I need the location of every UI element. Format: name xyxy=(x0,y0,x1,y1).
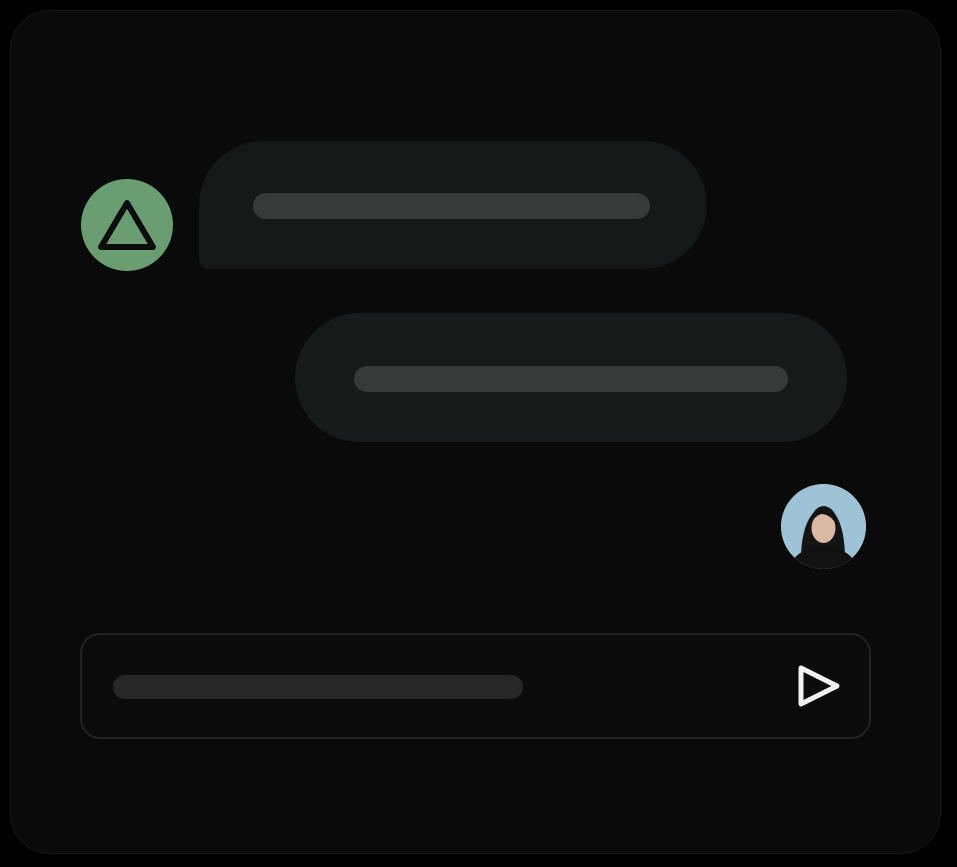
send-button[interactable] xyxy=(787,656,847,716)
message-composer[interactable] xyxy=(80,633,871,739)
assistant-message-bubble xyxy=(199,141,707,269)
user-message-bubble xyxy=(295,313,847,442)
triangle-logo-icon xyxy=(98,200,156,250)
user-avatar xyxy=(781,484,866,569)
assistant-message-text-placeholder xyxy=(253,193,650,219)
user-message-text-placeholder xyxy=(354,366,788,392)
message-input-placeholder[interactable] xyxy=(113,675,523,699)
send-icon xyxy=(798,665,840,707)
user-photo-avatar xyxy=(781,484,866,569)
assistant-avatar xyxy=(81,179,173,271)
